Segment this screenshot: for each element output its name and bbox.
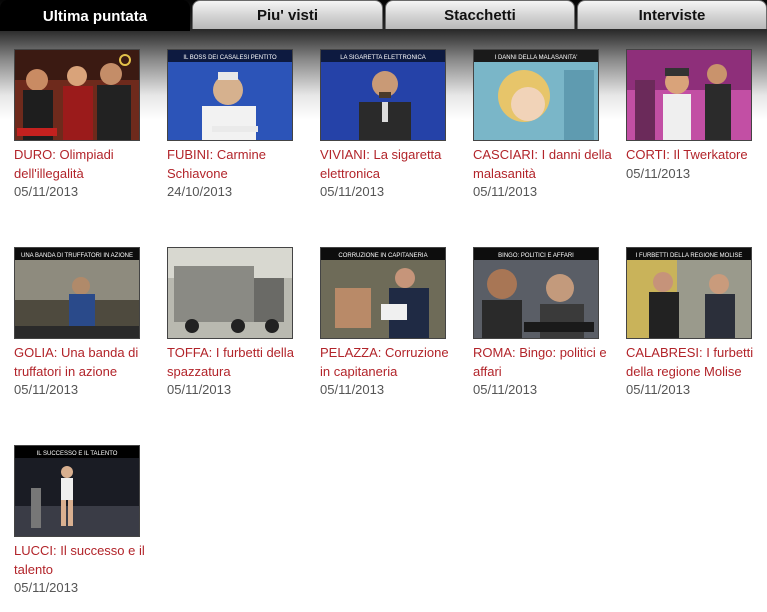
video-thumbnail[interactable]: I FURBETTI DELLA REGIONE MOLISE <box>626 247 752 339</box>
video-title[interactable]: TOFFA: I furbetti della spazzatura <box>167 344 307 381</box>
video-thumbnail[interactable]: LA SIGARETTA ELETTRONICA <box>320 49 446 141</box>
tab-stacchetti[interactable]: Stacchetti <box>385 0 575 29</box>
thumbnail-caption: BINGO: POLITICI E AFFARI <box>498 253 574 259</box>
video-date: 05/11/2013 <box>626 165 691 181</box>
video-title[interactable]: VIVIANI: La sigaretta elettronica <box>320 146 460 183</box>
thumbnail-caption: I FURBETTI DELLA REGIONE MOLISE <box>636 253 743 259</box>
video-title[interactable]: LUCCI: Il successo e il talento <box>14 542 154 579</box>
thumbnail-caption: IL BOSS DEI CASALESI PENTITO <box>183 55 277 61</box>
video-gallery-page: Ultima puntata Piu' visti Stacchetti Int… <box>0 0 767 612</box>
video-thumbnail[interactable]: CORRUZIONE IN CAPITANERIA <box>320 247 446 339</box>
video-title[interactable]: GOLIA: Una banda di truffatori in azione <box>14 344 154 381</box>
video-date: 05/11/2013 <box>14 382 79 397</box>
video-date: 05/11/2013 <box>14 580 79 595</box>
video-date: 24/10/2013 <box>167 184 233 199</box>
video-date: 05/11/2013 <box>14 184 79 199</box>
video-title[interactable]: CORTI: Il Twerkatore <box>626 146 766 165</box>
video-title[interactable]: DURO: Olimpiadi dell'illegalità <box>14 146 154 183</box>
thumbnail-caption: UNA BANDA DI TRUFFATORI IN AZIONE <box>21 253 133 259</box>
video-thumbnail[interactable]: BINGO: POLITICI E AFFARI <box>473 247 599 339</box>
thumbnail-caption: LA SIGARETTA ELETTRONICA <box>340 55 426 61</box>
video-thumbnail[interactable] <box>626 49 752 141</box>
thumbnail-caption: I DANNI DELLA MALASANITA' <box>495 55 578 61</box>
video-date: 05/11/2013 <box>320 382 385 397</box>
tab-bar: Ultima puntata Piu' visti Stacchetti Int… <box>0 0 767 31</box>
tab-interviste[interactable]: Interviste <box>577 0 767 29</box>
thumbnail-caption: IL SUCCESSO E IL TALENTO <box>37 451 118 457</box>
video-thumbnail[interactable] <box>14 49 140 141</box>
video-title[interactable]: PELAZZA: Corruzione in capitaneria <box>320 344 460 381</box>
video-title[interactable]: ROMA: Bingo: politici e affari <box>473 344 613 381</box>
video-date: 05/11/2013 <box>320 184 385 199</box>
video-date: 05/11/2013 <box>167 382 232 397</box>
video-thumbnail[interactable] <box>167 247 293 339</box>
video-thumbnail[interactable]: I DANNI DELLA MALASANITA' <box>473 49 599 141</box>
video-title[interactable]: FUBINI: Carmine Schiavone <box>167 146 307 183</box>
tab-ultima-puntata[interactable]: Ultima puntata <box>0 0 190 31</box>
video-date: 05/11/2013 <box>626 382 691 397</box>
video-title[interactable]: CALABRESI: I furbetti della regione Moli… <box>626 344 766 381</box>
video-thumbnail[interactable]: IL BOSS DEI CASALESI PENTITO <box>167 49 293 141</box>
video-thumbnail[interactable]: IL SUCCESSO E IL TALENTO <box>14 445 140 537</box>
thumbnail-caption: CORRUZIONE IN CAPITANERIA <box>338 253 427 259</box>
video-thumbnail[interactable]: UNA BANDA DI TRUFFATORI IN AZIONE <box>14 247 140 339</box>
video-date: 05/11/2013 <box>473 184 538 199</box>
tab-piu-visti[interactable]: Piu' visti <box>192 0 383 29</box>
video-date: 05/11/2013 <box>473 382 538 397</box>
video-title[interactable]: CASCIARI: I danni della malasanità <box>473 146 613 183</box>
